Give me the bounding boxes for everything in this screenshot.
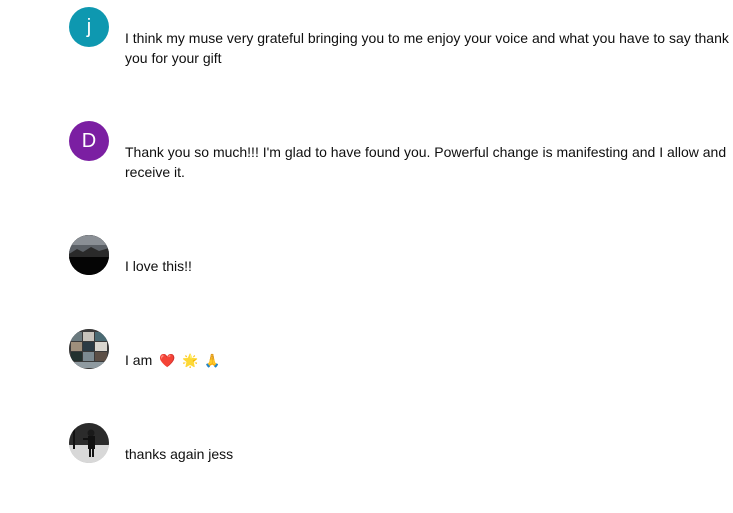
avatar-letter: j bbox=[86, 16, 92, 38]
avatar[interactable]: D bbox=[69, 121, 109, 161]
landscape-photo-avatar[interactable] bbox=[69, 235, 109, 275]
comment-text: I am ❤️ 🌟 🙏 bbox=[125, 350, 729, 372]
comment-text-prefix: I am bbox=[125, 352, 153, 368]
avatar-letter: D bbox=[81, 130, 97, 152]
avatar[interactable]: j bbox=[69, 7, 109, 47]
comment-text: I think my muse very grateful bringing y… bbox=[125, 30, 729, 66]
collage-photo-icon bbox=[69, 329, 109, 369]
landscape-photo-icon bbox=[69, 235, 109, 275]
praying-hands-emoji: 🙏 bbox=[204, 354, 221, 369]
star-emoji: 🌟 bbox=[182, 354, 199, 369]
heart-emoji: ❤️ bbox=[159, 354, 176, 369]
comment-text: thanks again jess bbox=[125, 446, 234, 462]
comment-text: Thank you so much!!! I'm glad to have fo… bbox=[125, 144, 727, 180]
collage-photo-avatar[interactable] bbox=[69, 329, 109, 369]
person-photo-avatar[interactable] bbox=[69, 423, 109, 463]
person-photo-icon bbox=[69, 423, 109, 463]
comment-text: I love this!! bbox=[125, 258, 192, 274]
